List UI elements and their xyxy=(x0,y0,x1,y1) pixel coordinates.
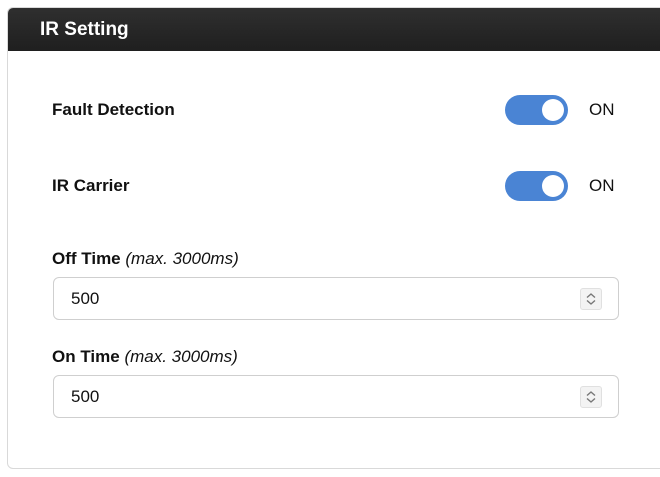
ir-carrier-state: ON xyxy=(589,176,615,195)
up-down-chevron-icon[interactable] xyxy=(580,385,602,408)
up-down-chevron-icon[interactable] xyxy=(580,287,602,310)
fault-detection-state: ON xyxy=(589,100,615,119)
on-time-value: 500 xyxy=(71,386,100,406)
toggle-knob xyxy=(542,99,564,121)
on-time-label-text: On Time xyxy=(52,347,120,366)
off-time-input[interactable]: 500 xyxy=(53,277,619,320)
ir-setting-panel: IR Setting Fault Detection ON IR Carrier… xyxy=(7,7,660,469)
on-time-label: On Time (max. 3000ms) xyxy=(52,347,238,367)
on-time-input[interactable]: 500 xyxy=(53,375,619,418)
off-time-value: 500 xyxy=(71,288,100,308)
ir-carrier-label: IR Carrier xyxy=(52,176,130,195)
fault-detection-toggle[interactable] xyxy=(505,95,568,125)
toggle-knob xyxy=(542,175,564,197)
ir-carrier-row: IR Carrier ON xyxy=(52,166,622,206)
fault-detection-label: Fault Detection xyxy=(52,100,175,119)
off-time-label-text: Off Time xyxy=(52,249,121,268)
ir-carrier-toggle[interactable] xyxy=(505,171,568,201)
on-time-hint: (max. 3000ms) xyxy=(124,347,238,366)
panel-title: IR Setting xyxy=(8,8,660,51)
off-time-label: Off Time (max. 3000ms) xyxy=(52,249,239,269)
fault-detection-row: Fault Detection ON xyxy=(52,90,622,130)
off-time-hint: (max. 3000ms) xyxy=(125,249,239,268)
